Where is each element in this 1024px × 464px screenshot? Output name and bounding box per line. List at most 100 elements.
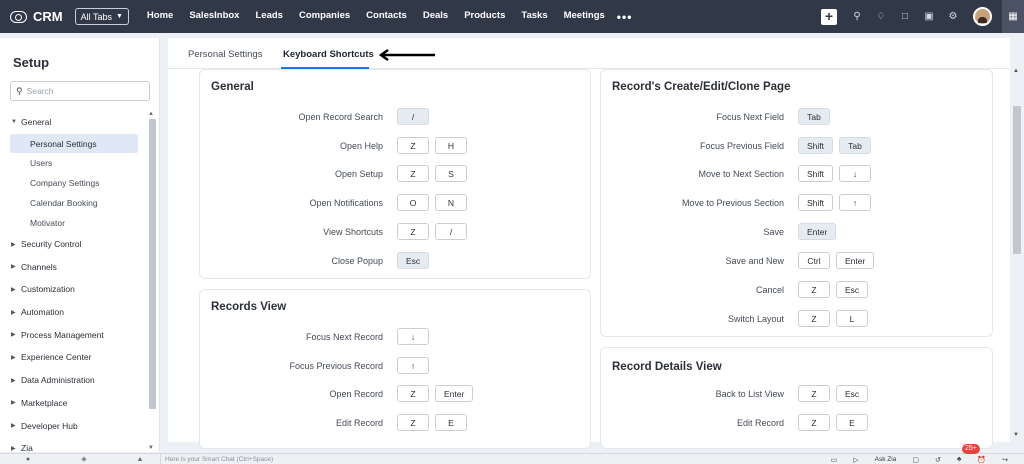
sidebar-group-data-administration[interactable]: ▶ Data Administration	[0, 369, 148, 392]
screen-icon[interactable]: ▭	[831, 456, 838, 464]
sidebar-item-company-settings[interactable]: Company Settings	[10, 173, 138, 193]
nav-deals[interactable]: Deals	[423, 10, 448, 24]
sign-out-icon[interactable]: ↪	[1002, 456, 1008, 464]
nav-home[interactable]: Home	[147, 10, 173, 24]
setup-search[interactable]: ⚲	[10, 81, 150, 101]
nav-products[interactable]: Products	[464, 10, 505, 24]
sidebar-group-label: Data Administration	[21, 375, 95, 386]
nav-companies[interactable]: Companies	[299, 10, 350, 24]
setup-title: Setup	[13, 55, 50, 70]
nav-salesinbox[interactable]: SalesInbox	[189, 10, 239, 24]
sidebar-item-motivator[interactable]: Motivator	[10, 213, 138, 233]
sidebar-item-calendar-booking[interactable]: Calendar Booking	[10, 193, 138, 213]
top-right-icons: + ⚲ ♢ □ ▣ ⚙ ▦	[821, 0, 1024, 33]
calendar-icon[interactable]: □	[893, 11, 917, 22]
shortcut-keys: Shift ↓	[798, 165, 877, 182]
translate-icon[interactable]: ♣	[957, 456, 962, 463]
sidebar-item-users[interactable]: Users	[10, 153, 138, 173]
shortcut-label: Open Setup	[334, 169, 383, 179]
shortcut-keys: ↓	[397, 328, 435, 345]
caret-right-icon: ▶	[11, 400, 16, 407]
bell-icon[interactable]: ♢	[869, 11, 893, 22]
shortcut-row: Back to List View	[601, 384, 784, 404]
tab-personal-settings[interactable]: Personal Settings	[188, 49, 262, 60]
gear-icon[interactable]: ⚙	[941, 11, 965, 22]
apps-grid-icon[interactable]: ▦	[1002, 0, 1024, 33]
shortcut-label: Edit Record	[736, 418, 784, 428]
channels-icon[interactable]: ◈	[56, 455, 112, 463]
key-cap: Z	[397, 385, 429, 402]
sidebar-group-automation[interactable]: ▶ Automation	[0, 301, 148, 324]
scroll-up-icon[interactable]: ▲	[148, 111, 154, 117]
marketplace-icon[interactable]: ▣	[917, 11, 941, 22]
nav-meetings[interactable]: Meetings	[564, 10, 605, 24]
shortcut-label: Save	[763, 227, 784, 237]
nav-contacts[interactable]: Contacts	[366, 10, 407, 24]
avatar[interactable]	[973, 7, 992, 26]
shortcut-keys: Z L	[798, 310, 874, 327]
sidebar-scrollbar[interactable]: ▲ ▼	[148, 111, 156, 451]
crm-brand[interactable]: CRM	[10, 9, 63, 24]
scroll-down-icon[interactable]: ▼	[1013, 432, 1019, 438]
shortcut-label: Cancel	[755, 285, 784, 295]
search-icon[interactable]: ⚲	[845, 11, 869, 22]
scroll-up-icon[interactable]: ▲	[1013, 68, 1019, 74]
key-cap: Z	[798, 281, 830, 298]
plus-icon[interactable]: +	[821, 8, 837, 25]
megaphone-icon[interactable]: ▷	[853, 456, 858, 464]
arrow-down-key: ↓	[397, 328, 429, 345]
scroll-down-icon[interactable]: ▼	[148, 445, 154, 451]
sidebar-group-general[interactable]: ▼ General	[0, 111, 148, 134]
sidebar-group-process-management[interactable]: ▶ Process Management	[0, 323, 148, 346]
shortcut-label: View Shortcuts	[323, 227, 383, 237]
nav-tasks[interactable]: Tasks	[521, 10, 547, 24]
key-cap: Ctrl	[798, 252, 830, 269]
shortcut-label: Save and New	[725, 256, 784, 266]
shortcut-row: Open Record	[200, 384, 383, 404]
shortcut-row: Move to Previous Section	[601, 193, 784, 213]
nav-leads[interactable]: Leads	[255, 10, 282, 24]
shortcut-keys: Tab	[798, 108, 836, 125]
annotation-arrow-icon	[378, 49, 435, 61]
shortcut-row: Cancel	[601, 280, 784, 300]
sidebar-item-personal-settings[interactable]: Personal Settings	[10, 133, 138, 154]
tab-keyboard-shortcuts[interactable]: Keyboard Shortcuts	[283, 49, 374, 60]
main-scrollbar[interactable]: ▲ ▼	[1012, 68, 1021, 440]
sidebar-group-experience-center[interactable]: ▶ Experience Center	[0, 346, 148, 369]
setup-search-input[interactable]	[26, 86, 137, 96]
caret-right-icon: ▶	[11, 286, 16, 293]
key-cap: Z	[798, 414, 830, 431]
more-modules-icon[interactable]: •••	[617, 10, 633, 24]
feedback-icon[interactable]: ▢	[912, 456, 919, 464]
caret-right-icon: ▶	[11, 423, 16, 430]
shortcut-keys: Shift Tab	[798, 137, 877, 154]
sidebar-group-channels[interactable]: ▶ Channels	[0, 255, 148, 278]
shortcut-label: Focus Next Field	[716, 112, 784, 122]
settings-tabs: Personal Settings Keyboard Shortcuts	[168, 38, 1010, 69]
sidebar-group-customization[interactable]: ▶ Customization	[0, 278, 148, 301]
history-icon[interactable]: ↺	[935, 456, 941, 464]
all-tabs-label: All Tabs	[80, 11, 112, 22]
all-tabs-dropdown[interactable]: All Tabs ▼	[74, 8, 129, 25]
setup-sidebar: Setup ⚲ ▼ General Personal Settings User…	[0, 38, 160, 453]
ask-zia-button[interactable]: Ask Zia	[875, 456, 897, 463]
alarm-icon[interactable]: ⏰	[977, 456, 986, 464]
shortcut-row: Close Popup	[200, 251, 383, 271]
key-cap: Z	[798, 385, 830, 402]
shortcut-row: Open Help	[200, 136, 383, 156]
smart-chat-input[interactable]: Here is your Smart Chat (Ctrl+Space)	[160, 454, 273, 464]
sidebar-group-developer-hub[interactable]: ▶ Developer Hub	[0, 414, 148, 437]
records-view-shortcuts-card: Records View Focus Next Record ↓ Focus P…	[199, 289, 591, 449]
sidebar-group-security-control[interactable]: ▶ Security Control	[0, 233, 148, 256]
main-scroll-thumb[interactable]	[1013, 106, 1021, 254]
key-cap: Esc	[836, 385, 869, 402]
key-cap: Esc	[397, 252, 430, 269]
sidebar-scroll-thumb[interactable]	[149, 119, 156, 409]
key-cap: Z	[397, 137, 429, 154]
arrow-down-key: ↓	[839, 165, 872, 182]
sidebar-group-marketplace[interactable]: ▶ Marketplace	[0, 391, 148, 414]
chats-icon[interactable]: ●	[0, 456, 56, 463]
shortcut-row: Edit Record	[601, 413, 784, 433]
shortcut-row: Edit Record	[200, 413, 383, 433]
shortcut-keys: Enter	[798, 223, 842, 240]
